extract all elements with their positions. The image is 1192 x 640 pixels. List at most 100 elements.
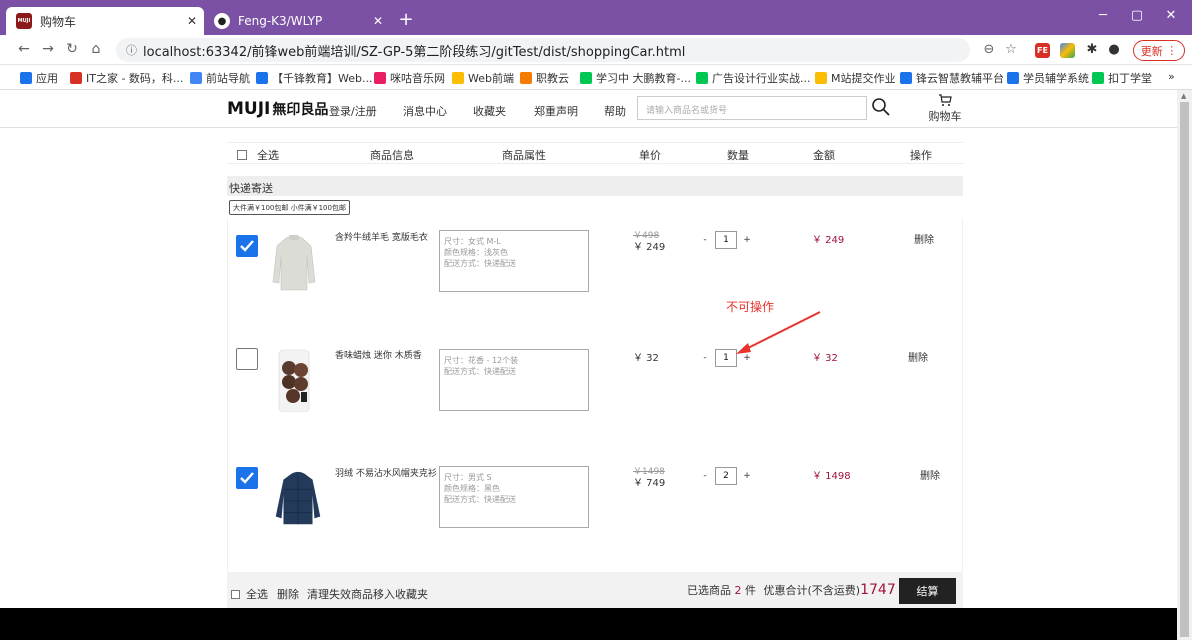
footer-select-all[interactable]: 全选 (231, 586, 268, 602)
unit-price: ￥ 32 (633, 353, 659, 365)
black-strip (0, 608, 1177, 640)
github-icon: ● (214, 13, 230, 29)
footer-delete[interactable]: 删除 (277, 586, 299, 602)
muji-logo[interactable]: MUJI 無印良品 (227, 99, 328, 119)
nav-help[interactable]: 帮助 (604, 103, 626, 119)
fengyun-icon (900, 72, 912, 84)
nav-messages[interactable]: 消息中心 (403, 103, 447, 119)
cart-item: 含羚牛绒羊毛 宽版毛衣 尺寸：女式 M-L 颜色规格：浅灰色 配送方式：快递配送… (227, 222, 963, 332)
close-icon[interactable]: ✕ (180, 14, 204, 28)
info-icon[interactable]: ⓘ (126, 42, 137, 58)
bookmark-fengyun[interactable]: 锋云智慧教辅平台 (900, 70, 1004, 86)
item-checkbox[interactable] (236, 235, 258, 257)
page-scrollbar[interactable]: ▲ (1177, 90, 1192, 640)
sale-price: ￥ 749 (633, 478, 666, 489)
delete-link[interactable]: 删除 (914, 231, 934, 246)
profile-icon[interactable]: ● (1105, 42, 1123, 57)
delete-link[interactable]: 删除 (920, 467, 940, 482)
ithome-icon (70, 72, 82, 84)
bookmark-ad-design[interactable]: 广告设计行业实战... (696, 70, 811, 86)
sale-price: ￥ 32 (633, 353, 659, 364)
footer-select-all-checkbox[interactable] (231, 590, 240, 599)
maximize-icon[interactable]: ▢ (1122, 8, 1152, 23)
bookmark-web[interactable]: Web前端 (452, 70, 514, 86)
reload-icon[interactable]: ↻ (62, 41, 82, 57)
quantity-input[interactable]: 1 (715, 231, 737, 249)
new-tab-button[interactable]: + (394, 9, 418, 30)
extension-color-icon[interactable] (1060, 43, 1075, 58)
bookmark-qianfeng[interactable]: 【千锋教育】Web... (256, 70, 372, 86)
search-input[interactable]: 请输入商品名或货号 (637, 96, 867, 120)
cart-table-header: 全选 商品信息 商品属性 单价 数量 金额 操作 (227, 142, 963, 164)
zoom-icon[interactable]: ⊖ (980, 42, 998, 57)
update-button[interactable]: 更新 ⋮ (1133, 40, 1185, 61)
product-name[interactable]: 香味蜡烛 迷你 木质香 (335, 348, 422, 361)
scroll-up-icon[interactable]: ▲ (1181, 92, 1186, 100)
selected-count: 2 (734, 584, 742, 597)
checkout-button[interactable]: 结算 (899, 578, 956, 604)
product-attributes: 尺寸：男式 S 颜色规格：黑色 配送方式：快递配送 (439, 466, 589, 528)
extension-fe-icon[interactable]: FE (1035, 43, 1050, 58)
nav-login[interactable]: 登录/注册 (329, 103, 377, 119)
back-icon[interactable]: ← (14, 41, 34, 57)
decrease-button[interactable]: - (697, 467, 713, 485)
increase-button[interactable]: + (739, 467, 755, 485)
sale-price: ￥ 249 (633, 242, 666, 253)
col-unit-price: 单价 (639, 149, 661, 162)
product-name[interactable]: 羽绒 不易沾水风帽夹克衫 (335, 466, 437, 479)
bookmarks-more[interactable]: » (1168, 70, 1175, 83)
decrease-button[interactable]: - (697, 231, 713, 249)
star-icon[interactable]: ☆ (1002, 42, 1020, 57)
tab-title: Feng-K3/WLYP (238, 14, 323, 28)
search-icon[interactable] (870, 96, 892, 118)
bookmark-ithome[interactable]: IT之家 - 数码，科... (70, 70, 183, 86)
scrollbar-thumb[interactable] (1180, 102, 1189, 637)
increase-button[interactable]: + (739, 231, 755, 249)
close-icon[interactable]: ✕ (366, 14, 390, 28)
jacket-image[interactable] (271, 470, 325, 530)
clear-invalid-button[interactable]: 清理失效商品 (307, 586, 373, 602)
tab-github[interactable]: ● Feng-K3/WLYP ✕ (204, 7, 390, 35)
col-product-attrs: 商品属性 (502, 149, 546, 162)
delete-link[interactable]: 删除 (908, 349, 928, 364)
checkmark-icon (240, 240, 254, 252)
bookmark-student-system[interactable]: 学员辅学系统 (1007, 70, 1089, 86)
candle-image[interactable] (269, 342, 319, 412)
forward-icon[interactable]: → (38, 41, 58, 57)
bookmark-zhijiaoyun[interactable]: 职教云 (520, 70, 569, 86)
site-header: MUJI 無印良品 登录/注册 消息中心 收藏夹 郑重声明 帮助 请输入商品名或货… (0, 90, 1177, 128)
address-bar[interactable]: ⓘ localhost:63342/前锋web前端培训/SZ-GP-5第二阶段练… (116, 38, 970, 62)
annotation-arrow-icon (736, 311, 821, 354)
fengyun-icon (1007, 72, 1019, 84)
minimize-icon[interactable]: ─ (1088, 8, 1118, 23)
product-attributes: 尺寸：花香 - 12个装 配送方式：快递配送 (439, 349, 589, 411)
checkmark-icon (240, 472, 254, 484)
item-checkbox[interactable] (236, 467, 258, 489)
home-icon[interactable]: ⌂ (86, 41, 106, 57)
window-close-icon[interactable]: ✕ (1156, 8, 1186, 23)
zhijiaoyun-icon (520, 72, 532, 84)
shipping-group-title: 快递寄送 (227, 176, 963, 196)
nav-favorites[interactable]: 收藏夹 (473, 103, 506, 119)
bookmark-frontend-nav[interactable]: 前站导航 (190, 70, 250, 86)
cart-link[interactable]: 购物车 (925, 92, 965, 124)
item-checkbox[interactable] (236, 348, 258, 370)
cart-footer-bar: 全选 删除 清理失效商品 移入收藏夹 已选商品 2 件 优惠合计(不含运费)17… (227, 572, 963, 608)
bookmark-kouding[interactable]: 扣丁学堂 (1092, 70, 1152, 86)
bookmark-m-homework[interactable]: M站提交作业 (815, 70, 896, 86)
product-name[interactable]: 含羚牛绒羊毛 宽版毛衣 (335, 230, 428, 243)
puzzle-icon[interactable]: ✱ (1083, 42, 1101, 57)
nav-statement[interactable]: 郑重声明 (534, 103, 578, 119)
select-all-header[interactable]: 全选 (237, 147, 279, 163)
move-to-favorites-button[interactable]: 移入收藏夹 (373, 586, 428, 602)
browser-toolbar: ← → ↻ ⌂ ⓘ localhost:63342/前锋web前端培训/SZ-G… (0, 35, 1192, 65)
quantity-input[interactable]: 2 (715, 467, 737, 485)
bookmark-migu[interactable]: 咪咕音乐网 (374, 70, 445, 86)
select-all-checkbox[interactable] (237, 150, 247, 160)
quantity-stepper: - 1 + (697, 231, 755, 249)
tab-shopping-cart[interactable]: MUJI 购物车 ✕ (6, 7, 204, 35)
bookmark-dapeng[interactable]: 学习中 大鹏教育-... (580, 70, 691, 86)
sweater-image[interactable] (269, 232, 319, 294)
bookmark-apps[interactable]: 应用 (20, 70, 58, 86)
original-price: ￥498 (633, 231, 660, 241)
